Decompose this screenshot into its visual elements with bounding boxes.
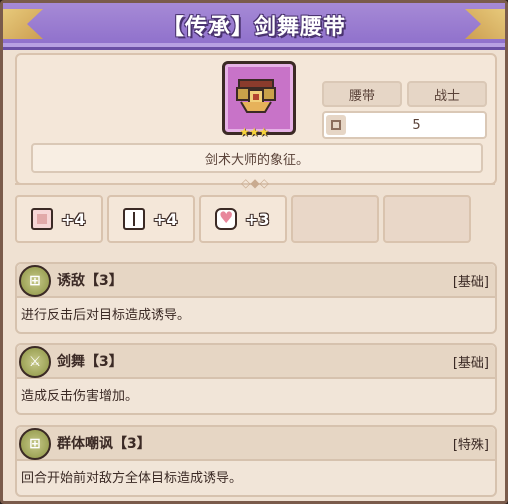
rarity-stars-icon: ★★★ [239,125,269,139]
banner-ornament-left [3,9,43,39]
divider-ornament-icon: ◇◆◇ [241,176,269,190]
title-banner: 【传承】剑舞腰带 [3,3,505,50]
slot-icon [326,115,346,135]
skill-card[interactable]: ⚔ 剑舞【3】 [基础] 造成反击伤害增加。 [15,343,497,415]
slot-count-row: 5 [322,111,487,139]
skill-description: 造成反击伤害增加。 [21,389,139,404]
skill-icon: ⊞ [19,428,51,460]
skill-header: ⚔ 剑舞【3】 [基础] [17,345,495,379]
skill-type: [基础] [452,356,489,371]
stat-box-empty [291,195,379,243]
skill-card[interactable]: ⊞ 群体嘲讽【3】 [特殊] 回合开始前对敌方全体目标造成诱导。 [15,425,497,497]
stat-value: +4 [61,209,86,229]
heart-icon [215,208,237,230]
skill-icon: ⊞ [19,265,51,297]
stat-box-attack: +4 [15,195,103,243]
skill-name: 剑舞【3】 [57,354,123,370]
item-type-tag: 腰带 [322,81,402,107]
stat-value: +3 [245,209,270,229]
item-title: 【传承】剑舞腰带 [161,15,346,40]
skill-description: 回合开始前对敌方全体目标造成诱导。 [21,471,243,486]
item-card: 【传承】剑舞腰带 ★★★ 腰带 战士 5 剑术大师的象征。 ◇◆◇ +4 +4 [0,0,508,504]
stat-box-magic: +4 [107,195,195,243]
item-info-panel: ★★★ 腰带 战士 5 剑术大师的象征。 [15,53,497,185]
skill-header: ⊞ 诱敌【3】 [基础] [17,264,495,298]
slot-count-value: 5 [412,117,421,133]
skill-card[interactable]: ⊞ 诱敌【3】 [基础] 进行反击后对目标造成诱导。 [15,262,497,334]
stat-box-empty [383,195,471,243]
stat-value: +4 [153,209,178,229]
stat-box-health: +3 [199,195,287,243]
skill-name: 群体嘲讽【3】 [57,436,151,452]
skill-description: 进行反击后对目标造成诱导。 [21,308,191,323]
skill-type: [基础] [452,275,489,290]
book-icon [123,208,145,230]
skill-name: 诱敌【3】 [57,273,123,289]
belt-icon[interactable] [222,61,296,135]
item-description: 剑术大师的象征。 [31,143,483,173]
fist-icon [31,208,53,230]
skill-header: ⊞ 群体嘲讽【3】 [特殊] [17,427,495,461]
skill-type: [特殊] [452,438,489,453]
item-class-tag: 战士 [407,81,487,107]
skill-icon: ⚔ [19,346,51,378]
banner-ornament-right [465,9,505,39]
